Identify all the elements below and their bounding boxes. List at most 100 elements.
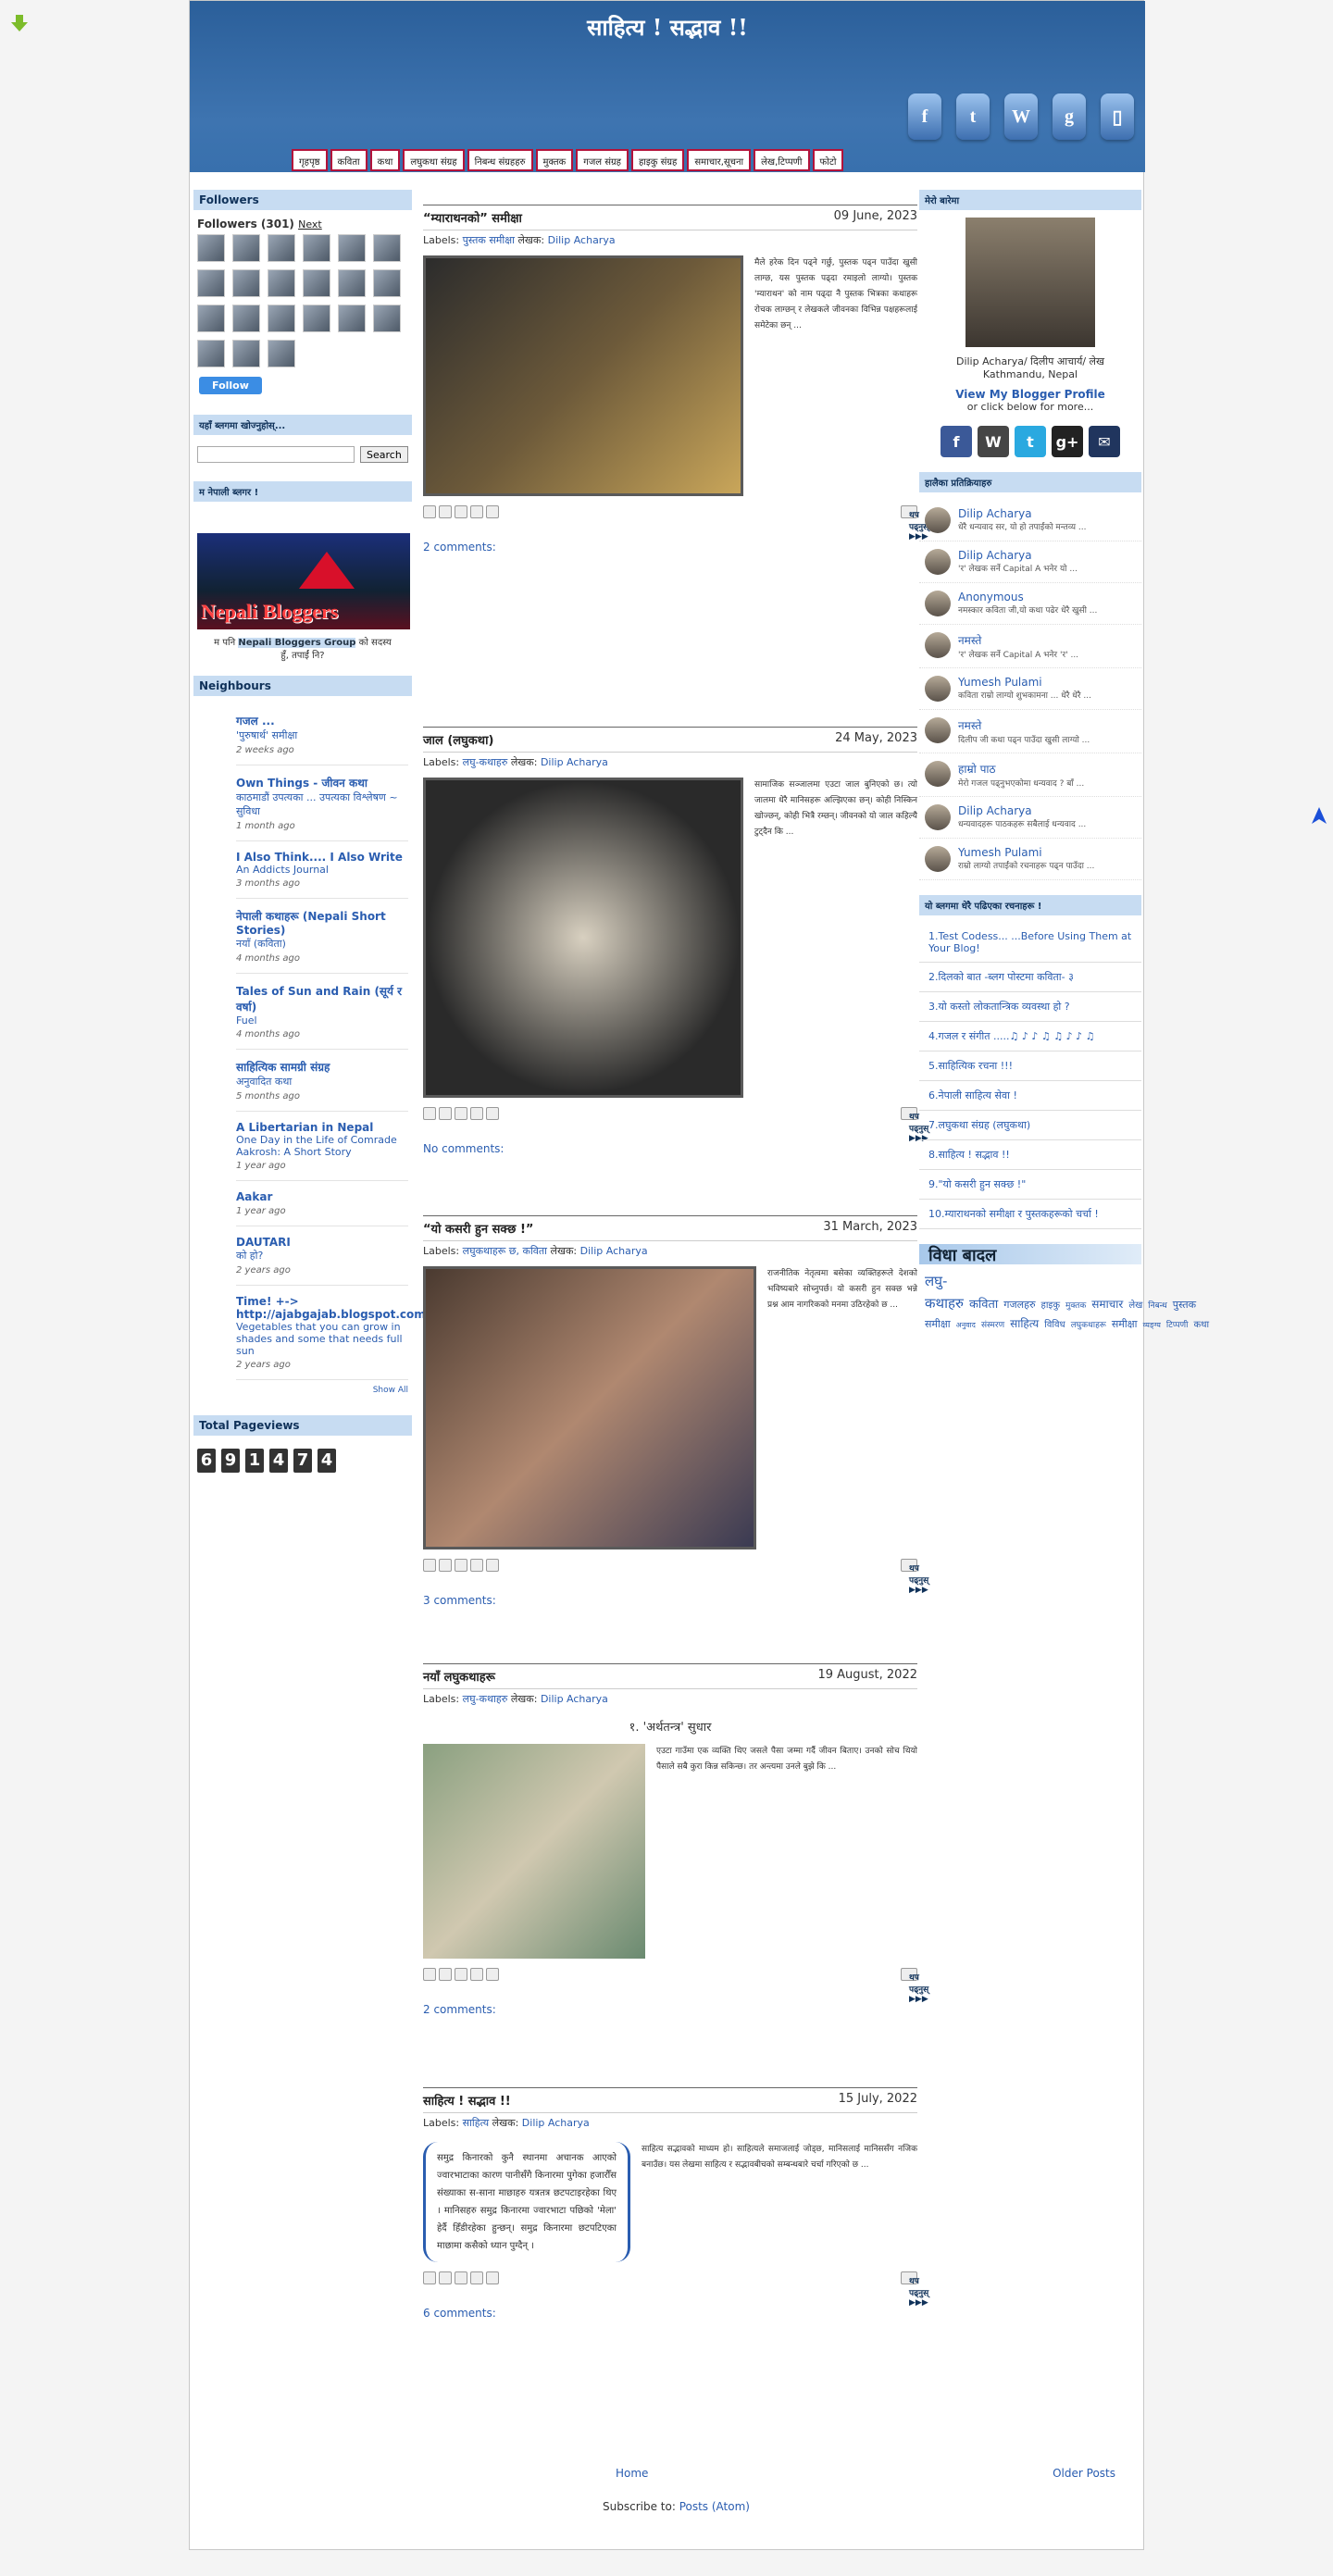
- post-label-link[interactable]: पुस्तक समीक्षा: [463, 234, 515, 246]
- post-image-money[interactable]: [423, 1744, 645, 1959]
- neighbour-title[interactable]: Tales of Sun and Rain (सूर्य र वर्षा): [236, 983, 408, 1014]
- nav-gajal[interactable]: गजल संग्रह: [576, 149, 629, 171]
- follower-avatar[interactable]: [197, 340, 225, 367]
- twitter-share-icon[interactable]: [455, 1559, 467, 1572]
- comments-link[interactable]: 6 comments:: [423, 2307, 496, 2320]
- label-cloud-item[interactable]: लेख: [1128, 1300, 1142, 1311]
- comments-link[interactable]: 3 comments:: [423, 1594, 496, 1607]
- neighbour-item[interactable]: नेपाली कथाहरू (Nepali Short Stories) नया…: [236, 899, 408, 974]
- blog-share-icon[interactable]: [439, 2271, 452, 2284]
- label-cloud-item[interactable]: हाइकु: [1041, 1300, 1061, 1311]
- facebook-share-icon[interactable]: [470, 2271, 483, 2284]
- mobile-icon[interactable]: ▯: [1101, 93, 1134, 140]
- post-label-link[interactable]: साहित्य: [463, 2117, 490, 2129]
- nav-photos[interactable]: फोटो: [812, 149, 844, 171]
- recent-comment[interactable]: Dilip Acharya 'र' लेखक सर्ने Capital A भ…: [919, 541, 1141, 583]
- label-cloud-item[interactable]: व्यङ्ग्य: [1142, 1321, 1160, 1329]
- neighbour-title[interactable]: गजल ...: [236, 713, 408, 728]
- followers-next-link[interactable]: Next: [298, 218, 322, 230]
- blog-title[interactable]: साहित्य ! सद्भाव !!: [190, 12, 1145, 43]
- post-author-link[interactable]: Dilip Acharya: [580, 1245, 648, 1257]
- popular-post-link[interactable]: 10.म्याराथनको समीक्षा र पुस्तकहरूको चर्च…: [919, 1200, 1141, 1229]
- nav-muktak[interactable]: मुक्तक: [535, 149, 574, 171]
- facebook-share-icon[interactable]: [470, 1559, 483, 1572]
- scroll-down-arrow-icon[interactable]: [9, 13, 30, 33]
- popular-post-link[interactable]: 8.साहित्य ! सद्भाव !!: [919, 1140, 1141, 1170]
- follower-avatar[interactable]: [268, 340, 295, 367]
- popular-post-link[interactable]: 2.दिलको बात -ब्लग पोस्टमा कविता- ३: [919, 963, 1141, 992]
- post-label-link[interactable]: लघु-कथाहरु: [463, 1693, 508, 1705]
- search-input[interactable]: [197, 446, 355, 463]
- commenter-name[interactable]: Dilip Acharya: [958, 549, 1078, 562]
- nav-haiku[interactable]: हाइकु संग्रह: [630, 149, 685, 171]
- neighbour-post[interactable]: Vegetables that you can grow in shades a…: [236, 1321, 408, 1357]
- commenter-name[interactable]: Dilip Acharya: [958, 804, 1086, 817]
- neighbour-post[interactable]: One Day in the Life of Comrade Aakrosh: …: [236, 1134, 408, 1158]
- commenter-name[interactable]: Yumesh Pulami: [958, 846, 1094, 859]
- follower-avatar[interactable]: [197, 234, 225, 262]
- twitter-share-icon[interactable]: [455, 1968, 467, 1981]
- label-cloud-item[interactable]: टिप्पणी: [1166, 1321, 1189, 1330]
- label-cloud-item[interactable]: अनुवाद: [956, 1321, 976, 1329]
- follower-avatar[interactable]: [303, 269, 330, 297]
- neighbour-item[interactable]: Aakar 1 year ago: [236, 1181, 408, 1226]
- neighbour-post[interactable]: को हो?: [236, 1249, 408, 1263]
- neighbour-title[interactable]: Aakar: [236, 1190, 408, 1203]
- recent-comment[interactable]: Dilip Acharya धन्यवादहरू पाठकहरू सबैलाई …: [919, 797, 1141, 839]
- neighbour-post[interactable]: नयाँ (कविता): [236, 937, 408, 951]
- follower-avatar[interactable]: [197, 305, 225, 332]
- facebook-share-icon[interactable]: [470, 505, 483, 518]
- nav-poems[interactable]: कविता: [330, 149, 368, 171]
- popular-post-link[interactable]: 7.लघुकथा संग्रह (लघुकथा): [919, 1111, 1141, 1140]
- follower-avatar[interactable]: [232, 234, 260, 262]
- commenter-name[interactable]: Dilip Acharya: [958, 507, 1086, 520]
- neighbour-post[interactable]: अनुवादित कथा: [236, 1075, 408, 1089]
- view-profile-link[interactable]: View My Blogger Profile: [919, 388, 1141, 401]
- email-icon[interactable]: ✉: [1089, 426, 1120, 457]
- neighbour-post[interactable]: An Addicts Journal: [236, 864, 408, 876]
- neighbour-item[interactable]: Tales of Sun and Rain (सूर्य र वर्षा) Fu…: [236, 974, 408, 1050]
- blog-share-icon[interactable]: [439, 1968, 452, 1981]
- post-label-link[interactable]: लघुकथाहरू छ, कविता: [463, 1245, 547, 1257]
- follower-avatar[interactable]: [303, 305, 330, 332]
- twitter-icon[interactable]: t: [956, 93, 990, 140]
- commenter-name[interactable]: नमस्ते: [958, 632, 1078, 648]
- follower-avatar[interactable]: [303, 234, 330, 262]
- post-author-link[interactable]: Dilip Acharya: [541, 1693, 608, 1705]
- follower-avatar[interactable]: [232, 269, 260, 297]
- read-more-button[interactable]: थप पढ्नुस् ▶▶▶: [901, 1559, 928, 1595]
- neighbour-title[interactable]: DAUTARI: [236, 1236, 408, 1249]
- read-more-button[interactable]: थप पढ्नुस् ▶▶▶: [901, 1968, 928, 2004]
- follower-avatar[interactable]: [338, 234, 366, 262]
- popular-post-link[interactable]: 1.Test Codess... ...Before Using Them at…: [919, 923, 1141, 963]
- neighbour-title[interactable]: Own Things - जीवन कथा: [236, 775, 408, 790]
- twitter-share-icon[interactable]: [455, 505, 467, 518]
- post-label-link[interactable]: लघु-कथाहरु: [463, 756, 508, 768]
- neighbour-title[interactable]: Time! +-> http://ajabgajab.blogspot.com: [236, 1295, 426, 1321]
- pinterest-share-icon[interactable]: [486, 1559, 499, 1572]
- neighbour-title[interactable]: साहित्यिक सामग्री संग्रह: [236, 1059, 408, 1075]
- post-image-web[interactable]: [423, 778, 743, 1098]
- read-more-button[interactable]: थप पढ्नुस् ▶▶▶: [901, 2271, 928, 2308]
- neighbour-item[interactable]: A Libertarian in Nepal One Day in the Li…: [236, 1112, 408, 1181]
- pinterest-share-icon[interactable]: [486, 2271, 499, 2284]
- popular-post-link[interactable]: 6.नेपाली साहित्य सेवा !: [919, 1081, 1141, 1111]
- recent-comment[interactable]: नमस्ते दिलीप जी कथा पढ्न पाउँदा खुसी लाग…: [919, 710, 1141, 753]
- label-cloud-item[interactable]: गजलहरु: [1003, 1299, 1035, 1311]
- popular-post-link[interactable]: 9."यो कसरी हुन सक्छ !": [919, 1170, 1141, 1200]
- follower-avatar[interactable]: [373, 305, 401, 332]
- scroll-up-arrow-icon[interactable]: [1310, 805, 1328, 826]
- label-cloud-item[interactable]: कविता: [969, 1298, 998, 1312]
- comments-link[interactable]: 2 comments:: [423, 541, 496, 554]
- wordpress-icon[interactable]: W: [978, 426, 1009, 457]
- nav-home[interactable]: गृहपृष्ठ: [292, 149, 328, 171]
- neighbour-title[interactable]: I Also Think.... I Also Write: [236, 851, 408, 864]
- recent-comment[interactable]: Yumesh Pulami राम्रो लाग्यो तपाईंको रचना…: [919, 839, 1141, 880]
- follower-avatar[interactable]: [268, 305, 295, 332]
- follower-avatar[interactable]: [373, 269, 401, 297]
- nav-essays[interactable]: निबन्ध संग्रहहरु: [467, 149, 533, 171]
- nav-news[interactable]: समाचार,सूचना: [687, 149, 752, 171]
- commenter-name[interactable]: Yumesh Pulami: [958, 676, 1091, 689]
- neighbour-item[interactable]: Own Things - जीवन कथा काठमाडौं उपत्यका .…: [236, 765, 408, 841]
- twitter-icon[interactable]: t: [1015, 426, 1046, 457]
